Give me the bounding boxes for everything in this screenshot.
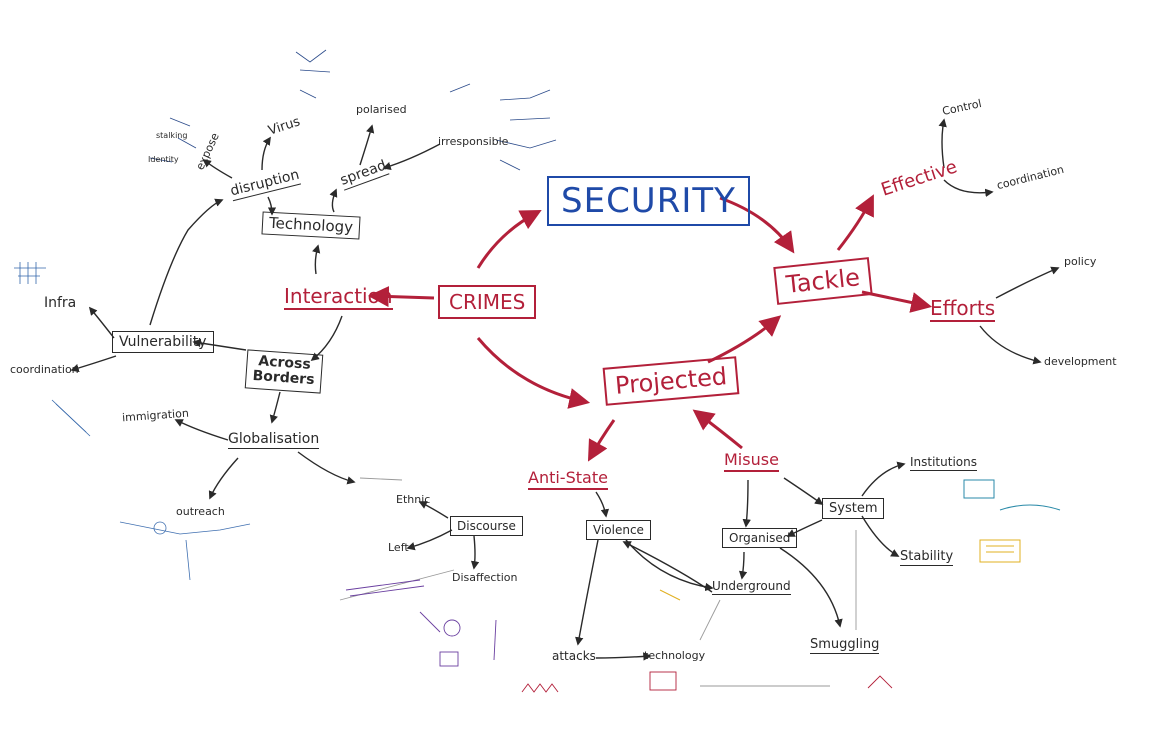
stability-label: Stability <box>900 549 954 566</box>
stalking-label: stalking <box>156 131 188 140</box>
coordination-left-label: coordination <box>10 363 79 376</box>
borders-text: Borders <box>252 368 315 389</box>
outreach-label: outreach <box>176 505 225 518</box>
crimes-node[interactable]: CRIMES <box>438 285 537 319</box>
organised-node[interactable]: Organised <box>722 528 798 548</box>
technology-bottom-label: technology <box>644 649 706 662</box>
doodle-left-mid <box>14 262 91 437</box>
attacks-label: attacks <box>552 649 596 663</box>
smuggling-label: Smuggling <box>810 637 880 654</box>
underground-label: Underground <box>712 579 791 595</box>
infra-label: Infra <box>44 295 77 311</box>
doodle-red-bottom <box>521 671 893 693</box>
irresponsible-label: irresponsible <box>438 135 509 148</box>
main-arrows <box>367 194 933 462</box>
identity-label: Identity <box>148 155 179 164</box>
left-label: Left <box>388 541 409 554</box>
system-node[interactable]: System <box>822 498 885 519</box>
mind-map-board: SECURITY CRIMES Tackle Projected Interac… <box>0 0 1163 738</box>
anti-state-label: Anti-State <box>528 470 608 490</box>
misuse-label: Misuse <box>724 452 779 472</box>
connector-layer <box>14 49 1061 693</box>
policy-label: policy <box>1064 255 1097 268</box>
across-borders-node[interactable]: Across Borders <box>244 349 324 394</box>
efforts-label: Efforts <box>930 296 996 322</box>
doodle-teal <box>963 479 1061 511</box>
polarised-label: polarised <box>356 103 407 116</box>
development-label: development <box>1044 355 1117 368</box>
doodle-bottom-left <box>119 521 251 581</box>
interaction-node[interactable]: Interaction <box>284 286 393 310</box>
violence-node[interactable]: Violence <box>586 520 651 540</box>
vulnerability-node[interactable]: Vulnerability <box>112 331 214 353</box>
disaffection-label: Disaffection <box>452 571 518 584</box>
security-node[interactable]: SECURITY <box>547 176 750 226</box>
institutions-label: Institutions <box>910 455 977 471</box>
ethnic-label: Ethnic <box>396 493 431 506</box>
globalisation-label: Globalisation <box>228 431 320 449</box>
discourse-node[interactable]: Discourse <box>450 516 523 536</box>
